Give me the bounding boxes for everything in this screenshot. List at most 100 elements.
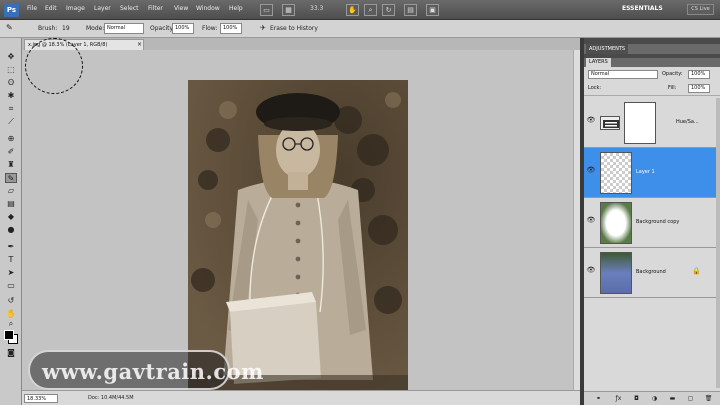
new-group-icon[interactable]: ▬ [668,394,677,403]
sepia-photo-canvas[interactable] [188,80,408,390]
flow-input[interactable]: 100% [220,23,242,34]
adjustment-layer-icon[interactable]: ◑ [650,394,659,403]
options-bar: ✎ Brush: 19 Mode: Normal Opacity: 100% F… [0,20,720,38]
layer-row-hue-saturation[interactable]: 👁 Hue/Sa... [584,98,716,148]
history-brush-tool-icon[interactable]: ✎ [5,173,17,183]
photoshop-logo: Ps [4,3,19,17]
layers-panel: LAYERS Normal Opacity: 100% Lock: Fill: … [584,58,720,405]
workspace-switcher[interactable]: ESSENTIALS [622,5,663,12]
crop-tool-icon[interactable]: ⌗ [5,104,17,114]
menu-view[interactable]: View [174,5,188,12]
layers-tabbar: LAYERS [584,58,720,67]
hand-icon[interactable]: ✋ [346,4,359,16]
dodge-tool-icon[interactable]: ● [5,225,17,235]
vertical-scrollbar[interactable] [573,50,580,390]
lasso-tool-icon[interactable]: ʘ [5,78,17,88]
type-tool-icon[interactable]: T [5,255,17,265]
erase-to-history-checkbox[interactable]: Erase to History [270,25,318,32]
foreground-color-swatch[interactable] [4,330,14,340]
lock-icon: 🔒 [692,267,701,275]
marquee-tool-icon[interactable]: ⬚ [5,65,17,75]
clone-stamp-tool-icon[interactable]: ♜ [5,160,17,170]
quick-select-tool-icon[interactable]: ✱ [5,91,17,101]
new-layer-icon[interactable]: ▢ [686,394,695,403]
layers-scrollbar[interactable] [716,98,720,388]
menu-help[interactable]: Help [229,5,243,12]
move-tool-icon[interactable]: ✥ [5,52,17,62]
quick-mask-icon[interactable]: ◙ [5,348,17,358]
canvas-pasteboard[interactable] [22,50,580,390]
opacity-label: Opacity: [150,25,175,32]
pen-tool-icon[interactable]: ✒ [5,242,17,252]
lock-label: Lock: [588,85,602,91]
fill-input[interactable]: 100% [688,84,710,93]
zoom-tool-icon[interactable]: ⌕ [5,319,17,329]
menu-file[interactable]: File [27,5,37,12]
airbrush-icon[interactable]: ✈ [260,24,266,32]
trash-icon[interactable]: 🗑 [704,394,713,403]
menu-layer[interactable]: Layer [94,5,111,12]
tab-adjustments[interactable]: ADJUSTMENTS [586,44,629,54]
history-brush-tool-icon[interactable]: ✎ [6,23,13,32]
status-zoom-field[interactable]: 18.33% [24,394,58,403]
eraser-tool-icon[interactable]: ▱ [5,186,17,196]
layer-name[interactable]: Layer 1 [636,169,655,175]
layer-mask-thumbnail[interactable] [624,102,656,144]
rotate-view-icon[interactable]: ↻ [382,4,395,16]
mode-select[interactable]: Normal [104,23,144,34]
layer-opacity-label: Opacity: [662,71,683,77]
menu-window[interactable]: Window [196,5,220,12]
flow-label: Flow: [202,25,218,32]
layers-controls: Normal Opacity: 100% Lock: Fill: 100% [584,68,720,96]
eye-icon[interactable]: 👁 [586,116,596,126]
screen-mode-2-icon[interactable]: ▣ [426,4,439,16]
arrange-documents-icon[interactable]: ▤ [404,4,417,16]
menu-image[interactable]: Image [66,5,85,12]
menu-filter[interactable]: Filter [148,5,163,12]
opacity-input[interactable]: 100% [172,23,194,34]
eye-icon[interactable]: 👁 [586,266,596,276]
menu-select[interactable]: Select [120,5,139,12]
screen-mode-icon[interactable]: ▦ [282,4,295,16]
layer-name[interactable]: Background [636,269,666,275]
path-selection-tool-icon[interactable]: ➤ [5,268,17,278]
zoom-level[interactable]: 33.3 [310,5,323,12]
blur-tool-icon[interactable]: ◆ [5,212,17,222]
brush-tool-icon[interactable]: ✐ [5,147,17,157]
layer-name[interactable]: Background copy [636,219,679,225]
add-mask-icon[interactable]: ◘ [632,394,641,403]
layer-row-background-copy[interactable]: 👁 Background copy [584,198,716,248]
watermark: www.gavtrain.com [28,350,263,390]
bridge-icon[interactable]: ▭ [260,4,273,16]
status-bar: 18.33% Doc: 10.4M/44.5M [22,390,580,405]
brush-size[interactable]: 19 [62,25,70,32]
eye-icon[interactable]: 👁 [586,216,596,226]
layer-thumbnail [600,202,632,244]
photo-content [188,80,408,390]
layer-row-layer-1[interactable]: 👁 Layer 1 [584,148,716,198]
menu-edit[interactable]: Edit [45,5,57,12]
shape-tool-icon[interactable]: ▭ [5,281,17,291]
cs-live-button[interactable]: CS Live [687,4,714,15]
tab-layers[interactable]: LAYERS [586,58,611,67]
healing-brush-tool-icon[interactable]: ⊕ [5,134,17,144]
eyedropper-tool-icon[interactable]: ⟋ [5,117,17,127]
document-size-info[interactable]: Doc: 10.4M/44.5M [88,395,134,401]
hand-tool-icon[interactable]: ✋ [5,309,17,319]
layer-thumbnail [600,252,632,294]
blend-mode-select[interactable]: Normal [588,70,658,79]
layer-style-icon[interactable]: ƒx [614,394,623,403]
brush-cursor-icon [25,38,83,94]
link-layers-icon[interactable]: ⚭ [594,394,603,403]
zoom-tool-icon[interactable]: ⌕ [364,4,377,16]
eye-icon[interactable]: 👁 [586,166,596,176]
layer-name[interactable]: Hue/Sa... [676,119,699,125]
tools-panel: ✥ ⬚ ʘ ✱ ⌗ ⟋ ⊕ ✐ ♜ ✎ ▱ ▤ ◆ ● ✒ T ➤ ▭ ↺ ✋ … [0,38,22,405]
layer-row-background[interactable]: 👁 Background 🔒 [584,248,716,298]
hue-saturation-icon [603,120,619,128]
3d-rotate-tool-icon[interactable]: ↺ [5,296,17,306]
close-icon[interactable]: × [137,40,142,50]
gradient-tool-icon[interactable]: ▤ [5,199,17,209]
adjustments-tabbar: ADJUSTMENTS [584,44,720,54]
layer-opacity-input[interactable]: 100% [688,70,710,79]
